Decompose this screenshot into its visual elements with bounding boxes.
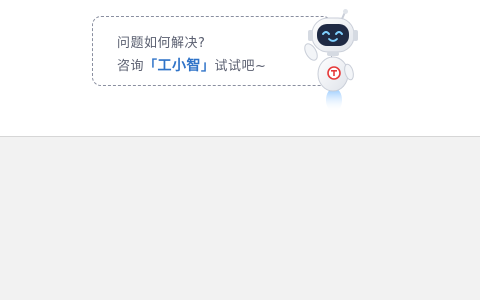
- assistant-prompt-bubble[interactable]: 问题如何解决? 咨询「工小智」试试吧~: [92, 16, 332, 86]
- cta-suffix: 试试吧~: [214, 59, 267, 74]
- prompt-question: 问题如何解决?: [117, 36, 206, 51]
- prompt-cta: 咨询「工小智」试试吧~: [117, 55, 266, 75]
- content-area: [0, 137, 480, 300]
- robot-mascot-icon[interactable]: [298, 8, 362, 114]
- bracket-open: 「: [144, 59, 158, 74]
- assistant-name[interactable]: 工小智: [158, 58, 202, 74]
- bracket-close: 」: [201, 59, 215, 74]
- cta-prefix: 咨询: [117, 59, 145, 74]
- robot-badge-icon: [327, 66, 341, 80]
